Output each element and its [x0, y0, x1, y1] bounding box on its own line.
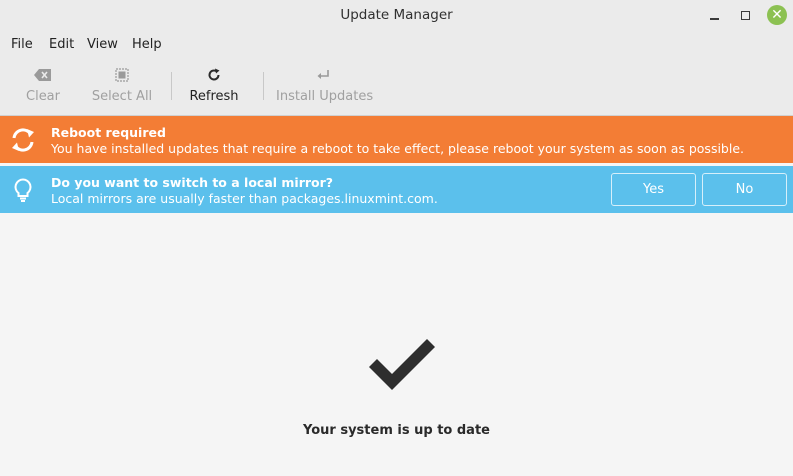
toolbar-separator [263, 72, 264, 100]
minimize-button[interactable] [705, 5, 725, 25]
toolbar-separator [171, 72, 172, 100]
checkmark-icon [369, 339, 435, 390]
status-text: Your system is up to date [303, 423, 490, 438]
refresh-button[interactable]: Refresh [188, 58, 240, 115]
mirror-yes-button[interactable]: Yes [611, 173, 696, 206]
menu-help[interactable]: Help [132, 37, 162, 52]
mirror-no-button[interactable]: No [702, 173, 787, 206]
menu-bar: File Edit View Help [0, 31, 793, 58]
refresh-icon [208, 68, 220, 81]
window-title: Update Manager [340, 7, 453, 23]
mirror-message: Local mirrors are usually faster than pa… [51, 191, 438, 206]
install-updates-button[interactable]: Install Updates [276, 58, 374, 115]
main-content: Your system is up to date [0, 213, 793, 476]
select-all-icon [115, 68, 129, 82]
reboot-message: You have installed updates that require … [51, 141, 745, 156]
reboot-required-bar: Reboot required You have installed updat… [0, 116, 793, 163]
clear-button[interactable]: Clear [20, 58, 66, 115]
toolbar: Clear Select All Refresh Install Updates [0, 58, 793, 116]
select-all-button[interactable]: Select All [90, 58, 154, 115]
title-bar: Update Manager ✕ [0, 0, 793, 31]
close-icon: ✕ [771, 7, 783, 23]
refresh-label: Refresh [189, 89, 239, 104]
sync-icon [12, 128, 34, 152]
select-all-label: Select All [91, 89, 153, 104]
close-button[interactable]: ✕ [767, 5, 787, 25]
reboot-title: Reboot required [51, 125, 166, 140]
menu-file[interactable]: File [11, 37, 33, 52]
local-mirror-bar: Do you want to switch to a local mirror?… [0, 166, 793, 213]
clear-label: Clear [26, 89, 60, 104]
lightbulb-icon [14, 178, 32, 202]
maximize-button[interactable] [736, 5, 756, 25]
enter-icon [317, 70, 329, 79]
mirror-title: Do you want to switch to a local mirror? [51, 175, 334, 190]
install-updates-label: Install Updates [276, 89, 374, 104]
backspace-icon [34, 69, 51, 81]
menu-edit[interactable]: Edit [49, 37, 74, 52]
menu-view[interactable]: View [87, 37, 118, 52]
